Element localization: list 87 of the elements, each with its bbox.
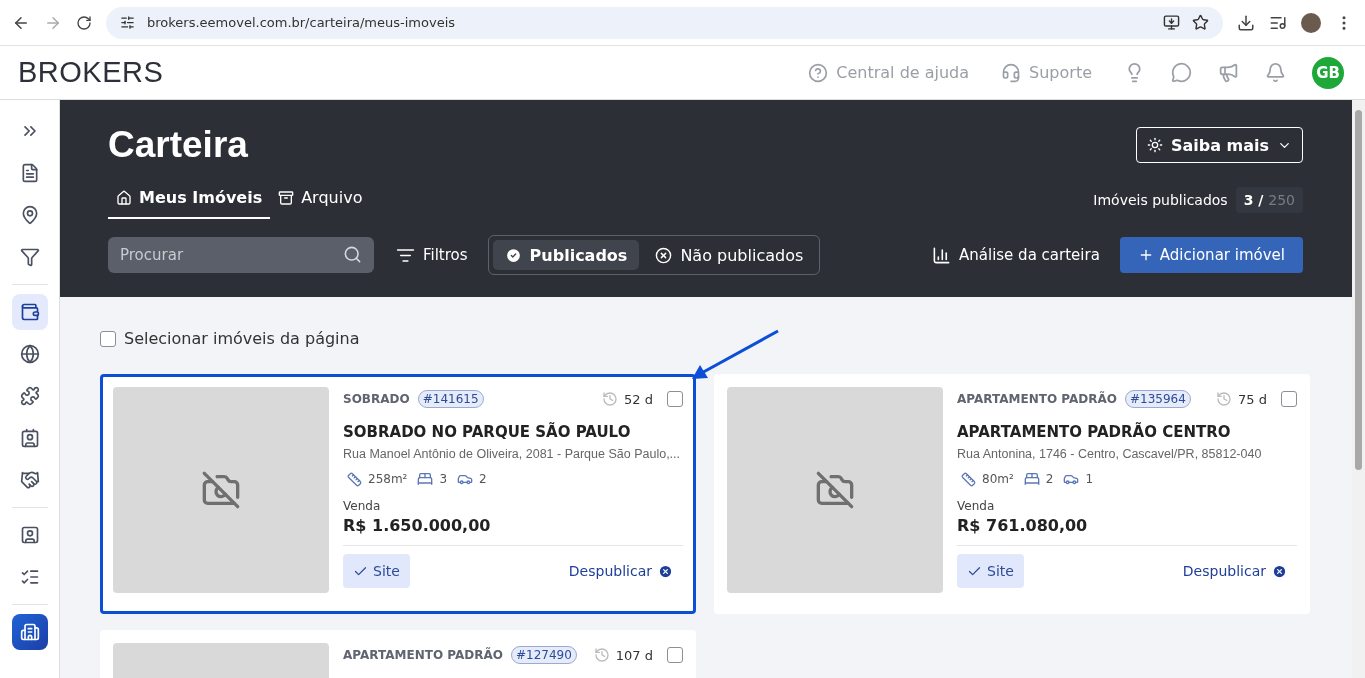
property-type: APARTAMENTO PADRÃO: [343, 648, 503, 662]
listing-age: 107 d: [593, 647, 653, 663]
address-bar[interactable]: brokers.eemovel.com.br/carteira/meus-imoveis: [106, 6, 1223, 39]
deal-type: Venda: [343, 499, 382, 513]
close-circle-icon: [1272, 563, 1287, 579]
wallet-icon: [19, 302, 40, 322]
area-text: 258m²: [368, 472, 408, 486]
status-option[interactable]: Publicados: [492, 240, 640, 270]
select-checkbox[interactable]: [667, 391, 683, 407]
published-count: 3 / 250: [1235, 186, 1303, 213]
property-type: SOBRADO: [343, 392, 410, 406]
download-icon[interactable]: [1237, 13, 1255, 32]
no-photo-icon: [201, 470, 241, 510]
bedrooms-text: 3: [439, 472, 448, 486]
building-icon: [19, 622, 40, 642]
tab[interactable]: Arquivo: [270, 180, 371, 219]
chat-icon[interactable]: [1171, 62, 1192, 83]
select-checkbox[interactable]: [1281, 391, 1297, 407]
history-icon: [602, 391, 619, 407]
filter-icon: [19, 247, 40, 267]
brand-logo: BROKERS: [18, 56, 164, 89]
url-text: brokers.eemovel.com.br/carteira/meus-imoveis: [147, 15, 456, 30]
site-settings-icon: [120, 15, 135, 30]
published-label: Imóveis publicados: [1093, 191, 1228, 208]
archive-icon: [278, 189, 295, 206]
filters-button[interactable]: Filtros: [388, 245, 476, 265]
unpublish-link[interactable]: Despublicar: [1182, 563, 1287, 579]
property-code: #141615: [417, 390, 484, 408]
ruler-icon: [961, 471, 976, 487]
headset-icon: [1001, 62, 1022, 83]
x-circle-icon: [655, 246, 673, 264]
app-switch-button[interactable]: [11, 614, 48, 650]
search-icon: [343, 245, 362, 264]
deal-type: Venda: [957, 499, 996, 513]
page-title: Carteira: [108, 124, 248, 166]
history-icon: [593, 647, 610, 663]
add-property-button[interactable]: Adicionar imóvel: [1119, 237, 1303, 273]
checklist-icon: [19, 567, 40, 587]
area-text: 80m²: [982, 472, 1014, 486]
parking-text: 2: [479, 472, 487, 486]
property-title: APARTAMENTO PADRÃO CENTRO: [957, 423, 1232, 441]
puzzle-icon: [19, 386, 40, 406]
lightbulb-icon: [1146, 137, 1163, 153]
help-icon: [808, 62, 829, 83]
property-price: R$ 1.650.000,00: [343, 516, 492, 535]
property-code: #127490: [510, 646, 577, 664]
close-circle-icon: [658, 563, 673, 579]
bookmark-star-icon[interactable]: [1192, 14, 1209, 31]
property-title: SOBRADO NO PARQUE SÃO PAULO: [343, 423, 632, 441]
search-field[interactable]: Procurar: [108, 237, 374, 273]
house-icon: [116, 189, 132, 206]
history-icon: [1216, 391, 1233, 407]
reload-icon[interactable]: [76, 14, 92, 31]
handshake-icon: [19, 470, 40, 490]
property-price: R$ 761.080,00: [957, 516, 1089, 535]
bar-chart-icon: [932, 245, 951, 265]
listing-age: 52 d: [602, 391, 653, 407]
site-button[interactable]: Site: [957, 554, 1024, 588]
bed-icon: [1023, 471, 1040, 487]
person-card-icon: [19, 525, 40, 545]
ruler-icon: [347, 471, 362, 487]
tab[interactable]: Meus Imóveis: [108, 180, 271, 219]
install-icon[interactable]: [1163, 14, 1180, 31]
profile-avatar[interactable]: [1301, 12, 1321, 33]
check-circle-icon: [504, 246, 522, 264]
learn-more-button[interactable]: Saiba mais: [1135, 127, 1303, 163]
bedrooms-text: 2: [1045, 472, 1054, 486]
contact-card-icon: [19, 428, 40, 448]
status-option[interactable]: Não publicados: [643, 240, 816, 270]
site-button[interactable]: Site: [343, 554, 410, 588]
analysis-button[interactable]: Análise da carteira: [924, 245, 1108, 265]
property-type: APARTAMENTO PADRÃO: [957, 392, 1117, 406]
select-page-checkbox[interactable]: [100, 330, 116, 347]
sidebar-item[interactable]: [11, 294, 48, 330]
bed-icon: [417, 471, 434, 487]
select-checkbox[interactable]: [667, 647, 683, 663]
megaphone-icon[interactable]: [1218, 62, 1239, 83]
parking-text: 1: [1085, 472, 1094, 486]
unpublish-link[interactable]: Despublicar: [568, 563, 673, 579]
property-code: #135964: [1124, 390, 1191, 408]
property-address: Rua Manoel Antônio de Oliveira, 2081 - Parque São Paulo,...: [343, 447, 681, 461]
select-page-label: Selecionar imóveis da página: [124, 329, 360, 348]
notifications-icon[interactable]: [1265, 62, 1286, 83]
globe-icon: [19, 344, 40, 364]
no-photo-icon: [815, 470, 855, 510]
listing-age: 75 d: [1216, 391, 1267, 407]
property-address: Rua Antonina, 1746 - Centro, Cascavel/PR, 85812-040: [957, 447, 1262, 461]
